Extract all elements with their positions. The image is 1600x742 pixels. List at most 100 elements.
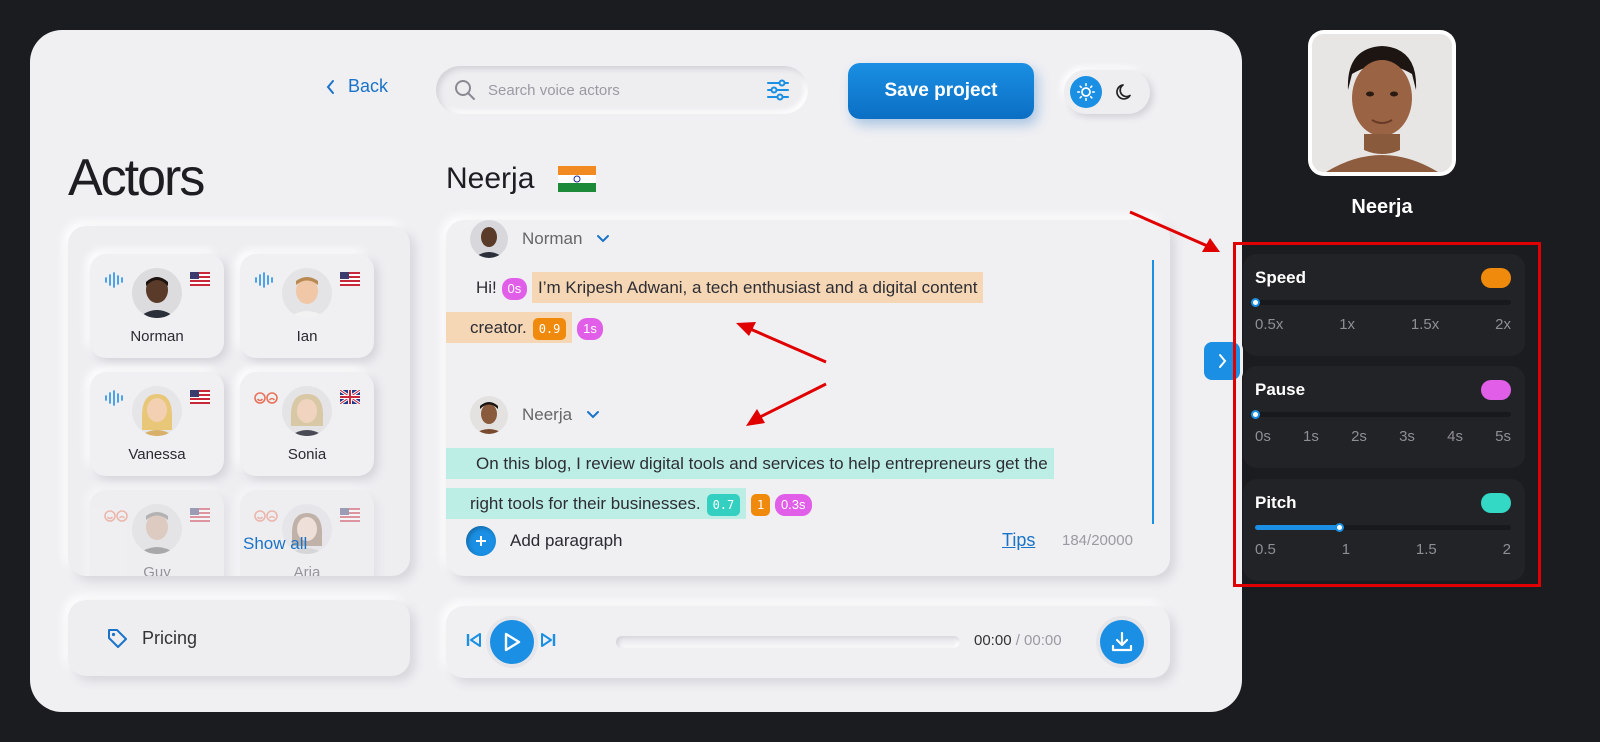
setting-title: Pitch (1255, 493, 1297, 512)
download-icon (1111, 631, 1133, 652)
waveform-icon (105, 390, 123, 406)
tick-label: 0s (1255, 428, 1271, 445)
slider-handle[interactable] (1251, 298, 1260, 307)
speaker-select-neerja[interactable]: Neerja (470, 396, 600, 434)
pitch-color-indicator (1481, 493, 1511, 513)
skip-forward-icon[interactable] (540, 632, 556, 648)
paragraph-2[interactable]: On this blog, I review digital tools and… (446, 444, 1160, 524)
actor-name: Vanessa (128, 446, 186, 463)
avatar (470, 220, 508, 258)
uk-flag-icon (340, 390, 360, 404)
show-all-link[interactable]: Show all (243, 534, 307, 554)
speed-highlight: I’m Kripesh Adwani, a tech enthusiast an… (531, 272, 984, 303)
us-flag-icon (190, 390, 210, 404)
tips-link[interactable]: Tips (1002, 530, 1035, 551)
pitch-highlight: On this blog, I review digital tools and… (446, 448, 1054, 479)
actors-panel: Norman Ian Vanessa Sonia Guy Aria Show a… (68, 226, 410, 576)
actor-card-norman[interactable]: Norman (90, 254, 224, 358)
search-icon (455, 80, 475, 100)
india-flag-icon (558, 166, 597, 192)
actor-card-ian[interactable]: Ian (240, 254, 374, 358)
tick-label: 0.5 (1255, 541, 1276, 558)
download-button[interactable] (1100, 620, 1144, 664)
light-mode-button[interactable] (1070, 76, 1102, 108)
paragraph-text: Hi! (476, 278, 497, 297)
current-time: 00:00 (974, 632, 1012, 649)
speed-color-indicator (1481, 268, 1511, 288)
speaker-name: Norman (522, 229, 583, 248)
plus-icon (466, 526, 496, 556)
speed-ticks: 0.5x 1x 1.5x 2x (1255, 316, 1511, 333)
slider-handle[interactable] (1251, 410, 1260, 419)
filter-icon[interactable] (766, 79, 790, 101)
us-flag-icon (340, 508, 360, 522)
total-time: / 00:00 (1015, 632, 1062, 649)
chevron-left-icon (326, 79, 334, 94)
pause-ticks: 0s 1s 2s 3s 4s 5s (1255, 428, 1511, 445)
dark-mode-button[interactable] (1110, 77, 1140, 107)
mask-icon (254, 392, 278, 404)
avatar (132, 268, 182, 318)
selected-actor-heading: Neerja (446, 162, 597, 196)
us-flag-icon (340, 272, 360, 286)
avatar (132, 386, 182, 436)
actors-title: Actors (68, 149, 205, 207)
mask-icon (104, 510, 128, 522)
pause-slider[interactable] (1251, 410, 1511, 419)
speaker-select-norman[interactable]: Norman (470, 220, 610, 258)
pitch-highlight: right tools for their businesses. (446, 488, 707, 519)
slider-fill (1255, 525, 1340, 530)
back-button[interactable]: Back (326, 76, 388, 97)
speed-chip[interactable]: 0.9 (532, 317, 567, 340)
actor-name: Norman (130, 328, 184, 345)
pricing-label: Pricing (142, 627, 198, 648)
pause-chip[interactable]: 1s (577, 317, 603, 340)
speaker-name: Neerja (522, 405, 573, 424)
mask-icon (254, 510, 278, 522)
voice-portrait (1308, 30, 1456, 176)
pause-chip[interactable]: 0.3s (774, 493, 812, 516)
add-paragraph-button[interactable]: Add paragraph (466, 526, 622, 556)
pause-chip[interactable]: 0s (501, 277, 528, 300)
avatar (282, 268, 332, 318)
voice-panel-name: Neerja (1351, 196, 1413, 218)
speed-chip[interactable]: 1 (750, 493, 771, 516)
search-bar (436, 66, 808, 114)
tick-label: 1s (1303, 428, 1319, 445)
avatar (470, 396, 508, 434)
chevron-down-icon (587, 411, 600, 419)
avatar (282, 386, 332, 436)
playback-time: 00:00 / 00:00 (974, 632, 1062, 649)
character-count: 184/20000 (1062, 532, 1133, 549)
tick-label: 2 (1502, 541, 1511, 558)
pause-setting: Pause 0s 1s 2s 3s 4s 5s (1243, 366, 1525, 468)
pitch-ticks: 0.5 1 1.5 2 (1255, 541, 1511, 558)
slider-handle[interactable] (1335, 523, 1345, 532)
actor-card-sonia[interactable]: Sonia (240, 372, 374, 476)
speed-slider[interactable] (1251, 298, 1511, 307)
paragraph-1[interactable]: Hi! 0s I’m Kripesh Adwani, a tech enthus… (446, 268, 1140, 348)
pitch-chip[interactable]: 0.7 (706, 493, 741, 516)
theme-toggle (1064, 70, 1150, 114)
actor-card-guy[interactable]: Guy (90, 490, 224, 576)
pricing-button[interactable]: Pricing (68, 600, 410, 676)
playback-progress-bar[interactable] (616, 636, 960, 648)
chevron-right-icon (1219, 354, 1227, 368)
pitch-setting: Pitch 0.5 1 1.5 2 (1243, 479, 1525, 581)
tick-label: 1x (1339, 316, 1356, 333)
skip-back-icon[interactable] (466, 632, 482, 648)
play-button[interactable] (490, 620, 534, 664)
selected-actor-name: Neerja (446, 162, 535, 195)
us-flag-icon (190, 508, 210, 522)
pitch-slider[interactable] (1255, 523, 1511, 532)
add-paragraph-label: Add paragraph (510, 531, 623, 550)
save-project-button[interactable]: Save project (848, 63, 1034, 119)
waveform-icon (255, 272, 273, 288)
actor-card-vanessa[interactable]: Vanessa (90, 372, 224, 476)
actor-card-aria[interactable]: Aria (240, 490, 374, 576)
tick-label: 5s (1495, 428, 1511, 445)
script-editor: Norman Hi! 0s I’m Kripesh Adwani, a tech… (446, 220, 1170, 576)
speed-setting: Speed 0.5x 1x 1.5x 2x (1243, 254, 1525, 356)
tick-label: 3s (1399, 428, 1415, 445)
search-input[interactable] (488, 81, 766, 99)
